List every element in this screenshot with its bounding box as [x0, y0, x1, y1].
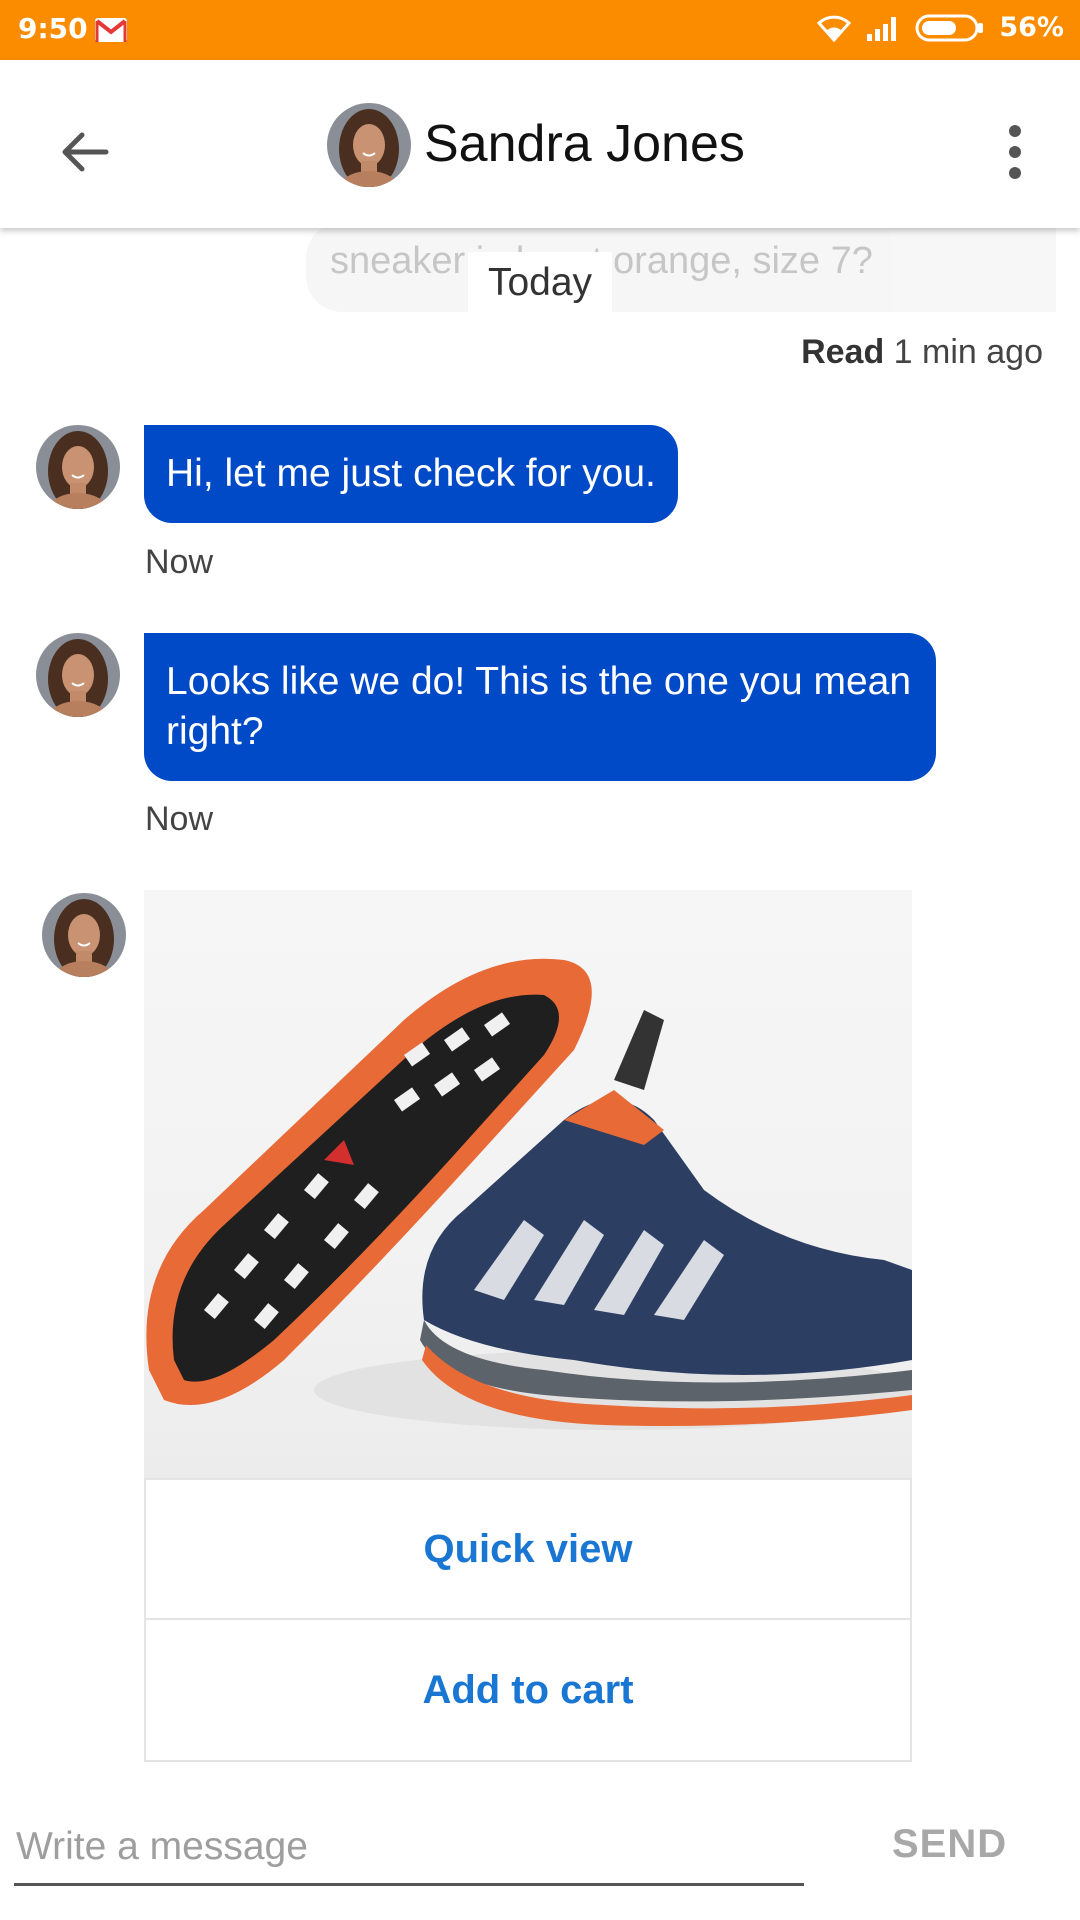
- date-divider: Today: [468, 252, 612, 314]
- previous-message-bubble[interactable]: sneaker in burnt orange, size 7?: [306, 222, 1056, 312]
- message-composer: SEND: [0, 1810, 1080, 1920]
- read-label: Read: [801, 333, 885, 371]
- quick-view-button[interactable]: Quick view: [144, 1478, 912, 1620]
- status-time: 9:50: [18, 12, 88, 45]
- arrow-back-icon: [62, 132, 109, 172]
- contact-name[interactable]: Sandra Jones: [424, 114, 745, 174]
- send-button[interactable]: SEND: [892, 1822, 1007, 1867]
- read-time: 1 min ago: [893, 333, 1043, 371]
- message-timestamp: Now: [145, 800, 214, 838]
- status-bar: 9:50 56%: [0, 0, 1080, 60]
- battery-icon: [915, 13, 985, 43]
- back-button[interactable]: [46, 114, 122, 190]
- wifi-icon: [817, 14, 852, 42]
- product-image[interactable]: [144, 890, 912, 1478]
- gmail-icon: [94, 14, 128, 46]
- sender-avatar[interactable]: [36, 633, 120, 717]
- sender-avatar[interactable]: [36, 425, 120, 509]
- read-receipt: Read 1 min ago: [801, 333, 1043, 372]
- more-vert-icon: [1009, 125, 1021, 137]
- message-bubble[interactable]: Hi, let me just check for you.: [144, 425, 678, 523]
- message-bubble[interactable]: Looks like we do! This is the one you me…: [144, 633, 936, 781]
- battery-percent: 56%: [999, 12, 1064, 43]
- add-to-cart-button[interactable]: Add to cart: [144, 1620, 912, 1762]
- sender-avatar[interactable]: [42, 893, 126, 977]
- message-timestamp: Now: [145, 543, 214, 581]
- app-bar: Sandra Jones: [0, 60, 1080, 228]
- contact-avatar[interactable]: [327, 103, 411, 187]
- product-card: Quick view Add to cart: [144, 890, 912, 1762]
- message-input[interactable]: [14, 1810, 804, 1886]
- more-options-button[interactable]: [988, 114, 1042, 190]
- signal-icon: [865, 14, 901, 42]
